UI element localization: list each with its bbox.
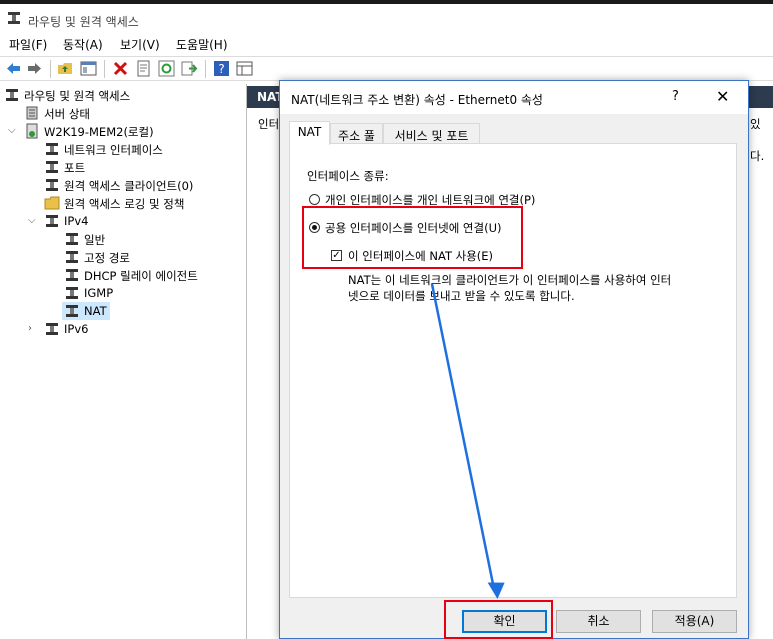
apply-button[interactable]: 적용(A) [652, 610, 737, 633]
back-arrow-icon[interactable] [5, 60, 22, 77]
routing-console-icon [8, 12, 20, 24]
chevron-down-icon[interactable]: ⌵ [28, 215, 36, 226]
radio-private-interface[interactable] [309, 194, 320, 205]
window-title-bar: 라우팅 및 원격 액세스 [0, 0, 773, 30]
tree-item-label: NAT [84, 304, 107, 318]
description-line-1: NAT는 이 네트워크의 클라이언트가 이 인터페이스를 사용하여 인터 [348, 273, 672, 287]
details-text-fragment: 인터 [258, 117, 280, 131]
highlight-box-ok-button [444, 600, 553, 639]
properties-icon[interactable] [135, 60, 152, 77]
interface-type-label: 인터페이스 종류: [307, 169, 389, 183]
dialog-title: NAT(네트워크 주소 변환) 속성 - Ethernet0 속성 [291, 93, 543, 107]
help-icon[interactable]: ? [213, 60, 230, 77]
highlight-box-nat-options [302, 206, 523, 269]
server-icon [26, 123, 38, 139]
nat-properties-dialog: NAT(네트워크 주소 변환) 속성 - Ethernet0 속성 ? ✕ NA… [279, 80, 749, 639]
server-status-icon [26, 106, 38, 120]
tree-item-label: 원격 액세스 클라이언트(0) [64, 179, 194, 193]
tab-nat[interactable]: NAT [289, 121, 330, 145]
routing-icon [46, 143, 58, 155]
tree-item-label: 라우팅 및 원격 액세스 [24, 89, 131, 103]
routing-icon [46, 323, 58, 335]
window-title: 라우팅 및 원격 액세스 [28, 15, 139, 29]
routing-icon [46, 161, 58, 173]
refresh-icon[interactable] [158, 60, 175, 77]
tree-item-nat[interactable]: NAT [62, 302, 110, 320]
menu-action[interactable]: 동작(A) [63, 36, 103, 53]
routing-icon [66, 233, 78, 245]
tree-item-label: 포트 [64, 161, 86, 175]
tree-item-label: 고정 경로 [84, 251, 130, 265]
folder-icon [44, 196, 60, 210]
view-icon[interactable] [236, 60, 253, 77]
routing-icon [46, 215, 58, 227]
cancel-button[interactable]: 취소 [556, 610, 641, 633]
routing-icon [66, 269, 78, 281]
tree-item-label: IGMP [84, 286, 114, 300]
menu-file[interactable]: 파일(F) [9, 36, 47, 53]
tree-item-label: DHCP 릴레이 에이전트 [84, 269, 198, 283]
details-text-fragment: 있 [750, 117, 761, 131]
description-line-2: 넷으로 데이터를 보내고 받을 수 있도록 합니다. [348, 289, 575, 303]
dialog-title-bar: NAT(네트워크 주소 변환) 속성 - Ethernet0 속성 ? ✕ [280, 81, 748, 114]
tree-item-label: 원격 액세스 로깅 및 정책 [64, 197, 185, 211]
tab-address-pool[interactable]: 주소 풀 [330, 123, 383, 143]
tree-item-label: IPv4 [64, 214, 89, 228]
toolbar: ? [0, 56, 773, 81]
export-list-icon[interactable] [181, 60, 198, 77]
help-button[interactable]: ? [672, 89, 679, 104]
routing-icon [6, 89, 18, 101]
tree-item-label: 서버 상태 [44, 107, 90, 121]
tree-item-label: IPv6 [64, 322, 89, 336]
routing-icon [66, 305, 78, 317]
tree-item-label: W2K19-MEM2(로컬) [44, 125, 154, 139]
routing-icon [66, 287, 78, 299]
routing-icon [66, 251, 78, 263]
tab-services-ports[interactable]: 서비스 및 포트 [383, 123, 480, 143]
show-hide-tree-icon[interactable] [80, 60, 97, 77]
chevron-down-icon[interactable]: ⌵ [8, 125, 16, 136]
chevron-right-icon[interactable]: › [28, 323, 32, 334]
forward-arrow-icon[interactable] [26, 60, 43, 77]
tree-item-label: 네트워크 인터페이스 [64, 143, 163, 157]
menu-help[interactable]: 도움말(H) [176, 36, 228, 53]
details-text-fragment: 다. [750, 149, 765, 163]
console-tree: 라우팅 및 원격 액세스 서버 상태 ⌵ W2K19-MEM2(로컬) 네트워크… [0, 84, 247, 639]
routing-icon [46, 179, 58, 191]
menu-bar: 파일(F) 동작(A) 보기(V) 도움말(H) [0, 32, 773, 54]
up-folder-icon[interactable] [57, 60, 74, 77]
menu-view[interactable]: 보기(V) [120, 36, 160, 53]
tree-item-label: 일반 [84, 233, 106, 247]
close-icon[interactable]: ✕ [716, 87, 729, 106]
svg-text:?: ? [218, 62, 224, 76]
delete-icon[interactable] [112, 60, 129, 77]
